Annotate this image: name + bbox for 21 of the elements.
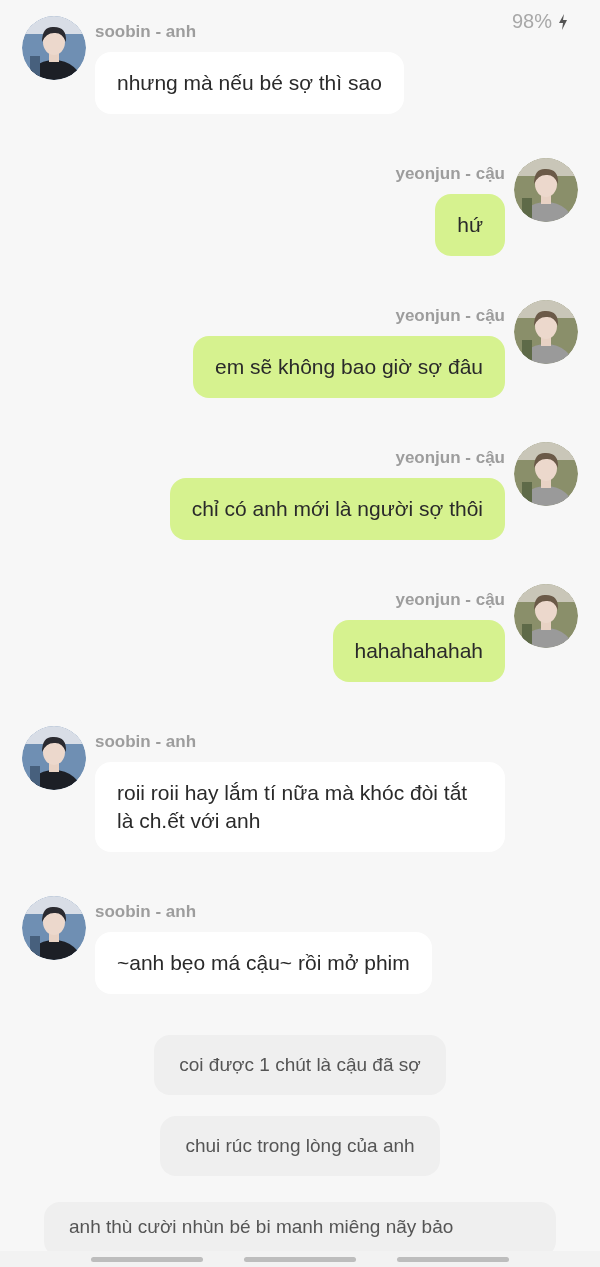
nav-handle[interactable] [397, 1256, 510, 1262]
sender-name: yeonjun - cậu [395, 163, 505, 185]
message-bubble: hứ [435, 194, 505, 256]
message-bubble: ~anh bẹo má cậu~ rồi mở phim [95, 932, 432, 994]
narration-bubble: chui rúc trong lòng của anh [160, 1116, 440, 1176]
narration-bubble: coi được 1 chút là cậu đã sợ [154, 1035, 446, 1095]
battery-percent: 98% [511, 10, 552, 33]
message-bubble: hahahahahah [332, 620, 505, 682]
nav-handle[interactable] [244, 1256, 356, 1262]
sender-name: soobin - anh [95, 901, 197, 923]
sender-name: yeonjun - cậu [395, 589, 505, 611]
sender-name: yeonjun - cậu [395, 447, 505, 469]
sender-name: yeonjun - cậu [395, 305, 505, 327]
sender-name: soobin - anh [95, 731, 197, 753]
message-bubble: em sẽ không bao giờ sợ đâu [192, 336, 505, 398]
message-bubble: chỉ có anh mới là người sợ thôi [169, 478, 505, 540]
sender-name: soobin - anh [95, 21, 197, 43]
message-bubble: roii roii hay lắm tí nữa mà khóc đòi tắt là ch.ết với anh [95, 762, 505, 852]
charging-icon [558, 13, 568, 30]
message-bubble: nhưng mà nếu bé sợ thì sao [95, 52, 404, 114]
nav-handle[interactable] [90, 1256, 203, 1262]
